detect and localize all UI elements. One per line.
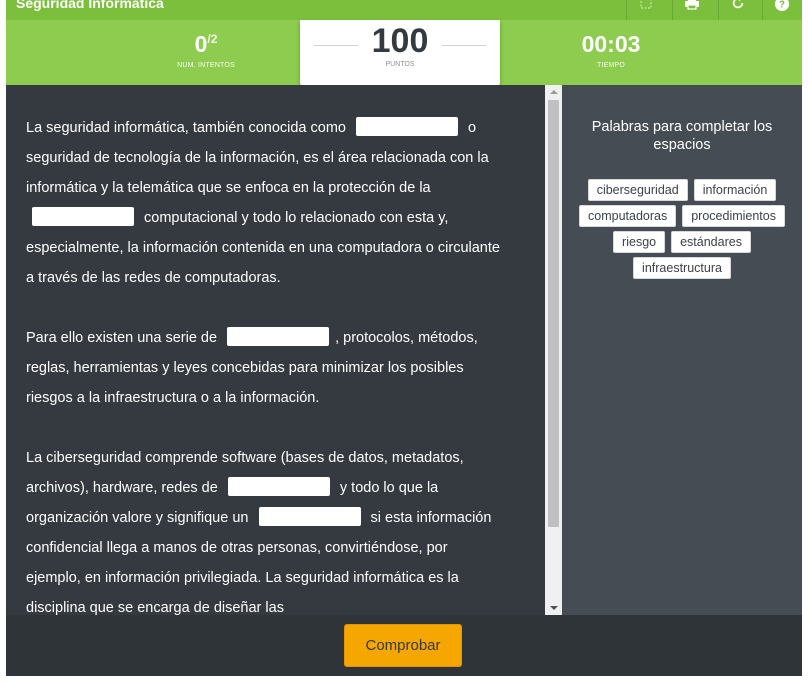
fullscreen-button[interactable] — [626, 0, 664, 20]
blank-drop-zone[interactable] — [356, 117, 459, 136]
text-segment: La seguridad informática, también conoci… — [26, 120, 346, 136]
text-scrollbar[interactable] — [545, 85, 562, 615]
attempts-value: 0 — [194, 31, 208, 57]
score-value: 100 — [371, 22, 429, 60]
title-bar: Seguridad Informática ? — [6, 0, 802, 20]
attempts-label: NUM. INTENTOS — [177, 62, 235, 69]
time-label: TIEMPO — [596, 62, 626, 69]
blank-drop-zone[interactable] — [32, 207, 134, 226]
help-button[interactable]: ? — [762, 0, 800, 20]
attempts-stat: 0/2 NUM. INTENTOS — [146, 30, 266, 69]
fill-in-text: La seguridad informática, también conoci… — [26, 113, 506, 615]
word-chip[interactable]: computadoras — [579, 205, 677, 227]
text-segment: Para ello existen una serie de — [26, 330, 218, 346]
word-chip[interactable]: estándares — [671, 231, 751, 253]
help-icon: ? — [774, 0, 789, 12]
refresh-icon — [732, 0, 743, 9]
word-chip[interactable]: información — [693, 179, 777, 201]
paragraph: La seguridad informática, también conoci… — [26, 113, 506, 293]
app-title: Seguridad Informática — [16, 0, 164, 11]
word-chip[interactable]: infraestructura — [633, 257, 731, 279]
scroll-down-button[interactable] — [545, 601, 562, 615]
word-chip[interactable]: ciberseguridad — [587, 179, 688, 201]
scroll-up-button[interactable] — [545, 85, 562, 99]
blank-drop-zone[interactable] — [258, 507, 361, 526]
word-chip[interactable]: riesgo — [613, 231, 666, 253]
fullscreen-icon — [639, 0, 652, 9]
footer-bar: Comprobar — [6, 615, 802, 676]
activity-window: Seguridad Informática ? 0/2 NUM. INTENTO… — [6, 0, 802, 676]
blank-drop-zone[interactable] — [227, 477, 330, 496]
word-bank-title: Palabras para completar los espacios — [591, 119, 773, 153]
print-button[interactable] — [672, 0, 710, 20]
time-value: 00:03 — [581, 31, 641, 57]
attempts-total: /2 — [207, 32, 218, 46]
restart-button[interactable] — [718, 0, 756, 20]
time-stat: 00:03 TIEMPO — [546, 30, 676, 69]
word-chip[interactable]: procedimientos — [682, 205, 785, 227]
check-button[interactable]: Comprobar — [344, 624, 462, 667]
blank-drop-zone[interactable] — [227, 327, 330, 346]
score-label: PUNTOS — [385, 61, 415, 68]
svg-text:?: ? — [779, 0, 785, 11]
paragraph: La ciberseguridad comprende software (ba… — [26, 443, 506, 615]
scroll-thumb[interactable] — [548, 100, 559, 527]
score-badge: 100 PUNTOS — [300, 20, 500, 88]
text-panel: La seguridad informática, también conoci… — [6, 85, 550, 615]
chevron-down-icon — [549, 606, 558, 610]
word-chip-list: ciberseguridad información computadoras … — [562, 179, 802, 279]
word-bank: Palabras para completar los espacios cib… — [562, 85, 802, 615]
chevron-up-icon — [549, 90, 558, 94]
paragraph: Para ello existen una serie de , protoco… — [26, 323, 506, 413]
print-icon — [684, 0, 699, 10]
